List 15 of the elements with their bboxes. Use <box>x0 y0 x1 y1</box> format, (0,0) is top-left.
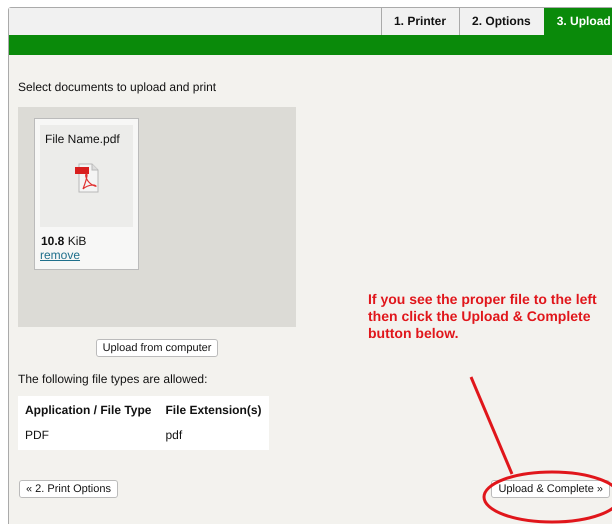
pdf-file-icon <box>74 163 98 193</box>
table-cell: PDF <box>18 421 158 450</box>
table-cell: pdf <box>158 421 268 450</box>
annotation-text: If you see the proper file to the left then click the Upload & Complete button below. <box>368 291 598 342</box>
upload-complete-button[interactable]: Upload & Complete » <box>491 480 610 498</box>
instruction-text: Select documents to upload and print <box>18 80 218 94</box>
step-tab[interactable]: 3. Upload <box>544 8 612 35</box>
file-name: File Name.pdf <box>45 132 120 146</box>
column-header: File Extension(s) <box>158 396 268 421</box>
column-header: Application / File Type <box>18 396 158 421</box>
allowed-types-text: The following file types are allowed: <box>18 372 208 386</box>
file-size: 10.8 KiB <box>41 234 86 248</box>
remove-link[interactable]: remove <box>40 248 80 262</box>
back-button[interactable]: « 2. Print Options <box>19 480 118 498</box>
upload-button[interactable]: Upload from computer <box>96 339 218 357</box>
